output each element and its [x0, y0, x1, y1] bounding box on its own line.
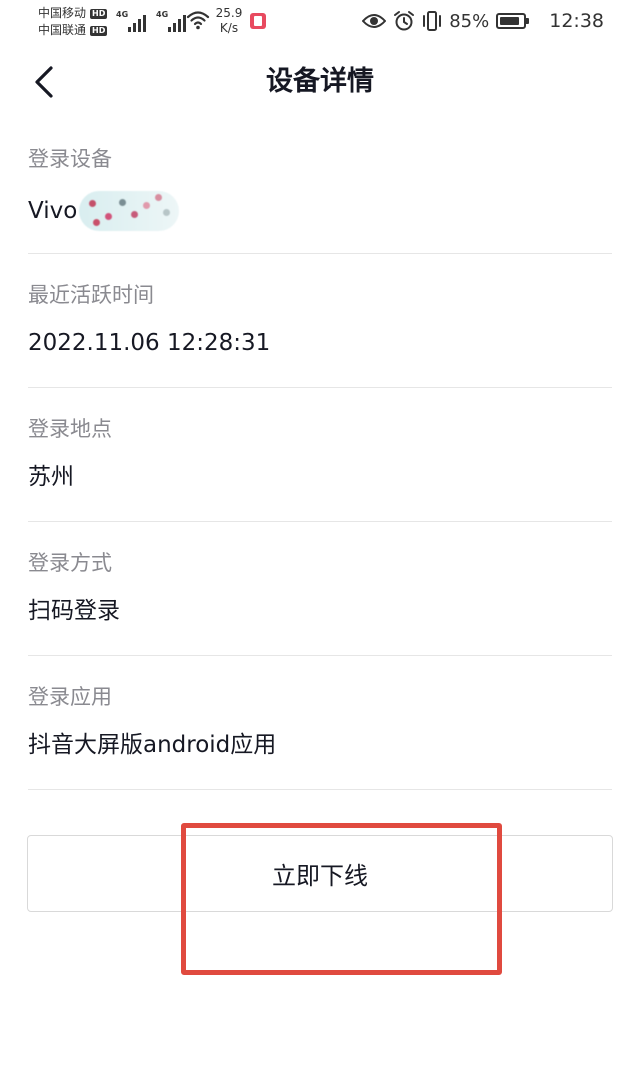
device-detail-list: 登录设备 Vivo 最近活跃时间 2022.11.06 12:28:31 登录地…: [28, 118, 612, 790]
status-bar: 中国移动 HD 中国联通 HD 4G 4G 25.9 K/s 85% 12:38: [0, 0, 640, 46]
eye-icon: [362, 14, 387, 28]
detail-value: 2022.11.06 12:28:31: [28, 330, 271, 356]
alarm-icon: [394, 11, 415, 31]
signal-indicators: 4G 4G: [116, 10, 186, 32]
detail-label: 登录设备: [28, 147, 112, 171]
hd-badge: HD: [90, 25, 108, 36]
status-time: 12:38: [549, 10, 604, 32]
carrier-info: 中国移动 HD 中国联通 HD: [38, 5, 108, 39]
speed-value: 25.9: [215, 6, 243, 20]
logout-now-button[interactable]: 立即下线: [27, 835, 613, 912]
network-speed: 25.9 K/s: [214, 6, 244, 36]
redaction-mask: [79, 191, 180, 231]
detail-item-login-app: 登录应用 抖音大屏版android应用: [28, 656, 612, 790]
detail-label: 最近活跃时间: [28, 283, 154, 307]
network-type-1: 4G: [116, 10, 129, 19]
detail-value: 苏州: [28, 464, 74, 490]
book-app-notification-icon: [250, 13, 266, 29]
carrier-2-label: 中国联通: [38, 23, 87, 37]
detail-item-last-active: 最近活跃时间 2022.11.06 12:28:31: [28, 254, 612, 388]
device-name: Vivo: [28, 198, 78, 224]
speed-unit: K/s: [219, 21, 239, 35]
detail-label: 登录应用: [28, 685, 112, 709]
vibrate-icon: [423, 11, 442, 31]
detail-item-device: 登录设备 Vivo: [28, 118, 612, 254]
detail-item-login-method: 登录方式 扫码登录: [28, 522, 612, 656]
detail-label: 登录地点: [28, 417, 112, 441]
detail-item-location: 登录地点 苏州: [28, 388, 612, 522]
battery-icon: [496, 13, 530, 29]
network-type-2: 4G: [156, 10, 169, 19]
wifi-icon: [186, 11, 210, 30]
carrier-1-label: 中国移动: [38, 6, 87, 20]
signal-icon: 4G: [116, 10, 146, 32]
signal-icon: 4G: [156, 10, 186, 32]
detail-value: 抖音大屏版android应用: [28, 732, 277, 758]
status-right: 85% 12:38: [362, 10, 604, 32]
detail-value: 扫码登录: [28, 598, 120, 624]
hd-badge: HD: [90, 8, 108, 19]
page-title: 设备详情: [266, 66, 374, 97]
battery-percent: 85%: [449, 10, 490, 32]
detail-value: Vivo: [28, 191, 180, 231]
detail-label: 登录方式: [28, 551, 112, 575]
